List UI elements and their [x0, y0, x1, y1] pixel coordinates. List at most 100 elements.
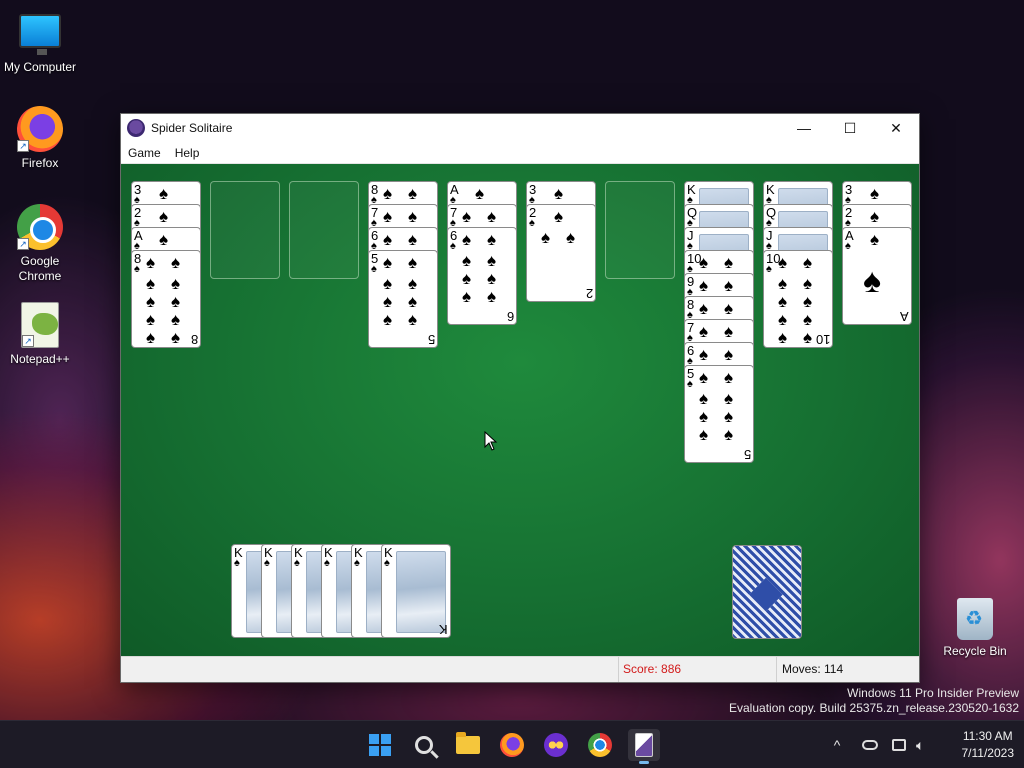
empty-column-slot[interactable] — [289, 181, 359, 279]
menu-bar: Game Help — [121, 142, 919, 164]
minimize-button[interactable]: — — [781, 114, 827, 142]
title-bar[interactable]: Spider Solitaire — ☐ ✕ — [121, 114, 919, 142]
maximize-button[interactable]: ☐ — [827, 114, 873, 142]
empty-column-slot[interactable] — [605, 181, 675, 279]
spade-icon: ♠ — [171, 328, 181, 347]
desktop-icon-recycle-bin[interactable]: Recycle Bin — [935, 598, 1015, 659]
firefox-taskbar-button[interactable] — [496, 729, 528, 761]
spade-icon: ♠ — [487, 269, 497, 288]
spade-icon: ♠ — [766, 263, 772, 275]
spade-icon: ♠ — [171, 253, 181, 272]
desktop-icon-my-computer[interactable]: My Computer — [0, 8, 80, 75]
spade-icon: ♠ — [803, 328, 813, 347]
spade-icon: ♠ — [383, 207, 393, 226]
spade-icon: ♠ — [384, 557, 390, 569]
recycle-bin-icon — [957, 598, 993, 640]
spade-icon: ♠ — [487, 207, 497, 226]
spade-icon: ♠ — [803, 253, 813, 272]
spade-icon: ♠ — [383, 184, 393, 203]
spade-icon: ♠ — [146, 292, 156, 311]
desktop-icon-label: Google Chrome — [18, 254, 62, 283]
start-button[interactable] — [364, 729, 396, 761]
spade-icon: ♠ — [408, 184, 418, 203]
playing-card[interactable]: 5 ♠ ♠ ♠ ♠ ♠ ♠ ♠ ♠ ♠ 5 — [684, 365, 754, 463]
face-card-art — [396, 551, 446, 633]
search-button[interactable] — [408, 729, 440, 761]
playing-card[interactable]: A ♠ ♠ ♠ A — [842, 227, 912, 325]
status-bar: Score: 886 Moves: 114 — [121, 656, 919, 682]
spider-solitaire-window: Spider Solitaire — ☐ ✕ Game Help 3 ♠ ♠ 2 ♠ ♠ A… — [120, 113, 920, 683]
file-explorer-button[interactable] — [452, 729, 484, 761]
menu-help[interactable]: Help — [168, 142, 207, 164]
playing-card[interactable]: 2 ♠ ♠ ♠ ♠ 2 — [526, 204, 596, 302]
spade-icon: ♠ — [383, 274, 393, 293]
spade-icon: ♠ — [803, 292, 813, 311]
spade-icon: ♠ — [724, 345, 734, 364]
spade-icon: ♠ — [462, 251, 472, 270]
onedrive-icon[interactable] — [862, 740, 878, 750]
empty-column-slot[interactable] — [210, 181, 280, 279]
card-rank-corner: 2 — [585, 286, 593, 301]
spade-icon: ♠ — [383, 310, 393, 329]
stock-pile[interactable] — [732, 545, 802, 639]
windows-watermark: Windows 11 Pro Insider Preview Evaluatio… — [729, 686, 1019, 716]
desktop-icon-chrome[interactable]: ↗ Google Chrome — [0, 204, 80, 284]
desktop-icon-label: My Computer — [3, 60, 77, 74]
playing-card[interactable]: 8 ♠ ♠ ♠ ♠ ♠ ♠ ♠ ♠ ♠ ♠ ♠ 8 — [131, 250, 201, 348]
playing-card[interactable]: 10 ♠ ♠ ♠ ♠ ♠ ♠ ♠ ♠ ♠ ♠ ♠ 10 — [763, 250, 833, 348]
card-rank-corner: 6 — [506, 309, 514, 324]
spade-icon: ♠ — [870, 230, 880, 249]
spade-icon: ♠ — [699, 345, 709, 364]
game-board[interactable]: 3 ♠ ♠ 2 ♠ ♠ A ♠ ♠ 8 ♠ ♠ ♠ ♠ ♠ ♠ ♠ ♠ ♠ ♠ ♠ 8 8 ♠ ♠ ♠ 7 ♠ ♠ ♠ 6 ♠ ♠ ♠ 5 ♠ ♠ ♠ ♠ ♠… — [121, 164, 919, 658]
tray-chevron-icon[interactable]: ^ — [828, 737, 846, 753]
moves-display: Moves: 114 — [776, 657, 843, 682]
spade-icon: ♠ — [159, 184, 169, 203]
notepadpp-icon: ↗ — [21, 302, 59, 348]
spade-icon: ♠ — [699, 389, 709, 408]
spade-icon: ♠ — [724, 389, 734, 408]
desktop-icon-notepadpp[interactable]: ↗ Notepad++ — [0, 302, 80, 367]
spade-icon: ♠ — [554, 184, 564, 203]
spade-icon: ♠ — [371, 263, 377, 275]
desktop-icon-label: Notepad++ — [10, 352, 70, 366]
spade-icon: ♠ — [870, 207, 880, 226]
spade-icon: ♠ — [462, 207, 472, 226]
spade-icon: ♠ — [778, 292, 788, 311]
spade-icon: ♠ — [408, 274, 418, 293]
watermark-line: Evaluation copy. Build 25375.zn_release.… — [729, 701, 1019, 715]
spider-solitaire-taskbar-button[interactable] — [628, 729, 660, 764]
spade-icon: ♠ — [724, 425, 734, 444]
spade-icon: ♠ — [724, 299, 734, 318]
card-rank-corner: 8 — [190, 332, 198, 347]
shortcut-arrow-icon: ↗ — [22, 335, 34, 347]
spade-icon: ♠ — [487, 251, 497, 270]
spade-icon: ♠ — [462, 269, 472, 288]
spade-icon: ♠ — [699, 276, 709, 295]
spade-icon: ♠ — [699, 299, 709, 318]
desktop-icon-firefox[interactable]: ↗ Firefox — [0, 106, 80, 171]
spade-icon: ♠ — [475, 184, 485, 203]
spade-icon: ♠ — [324, 557, 330, 569]
network-icon[interactable] — [892, 739, 906, 751]
taskbar-clock[interactable]: 11:30 AM 7/11/2023 — [962, 728, 1015, 762]
spade-icon: ♠ — [566, 228, 576, 247]
spade-icon: ♠ — [724, 276, 734, 295]
taskbar: ^ 🔈︎ 11:30 AM 7/11/2023 — [0, 720, 1024, 768]
spade-icon: ♠ — [778, 253, 788, 272]
app-mask-button[interactable] — [540, 729, 572, 761]
chrome-taskbar-button[interactable] — [584, 729, 616, 761]
playing-card[interactable]: 5 ♠ ♠ ♠ ♠ ♠ ♠ ♠ ♠ ♠ 5 — [368, 250, 438, 348]
file-explorer-icon — [456, 732, 480, 754]
spade-icon: ♠ — [159, 230, 169, 249]
spade-icon: ♠ — [724, 368, 734, 387]
spade-icon: ♠ — [778, 310, 788, 329]
window-title: Spider Solitaire — [151, 121, 233, 135]
volume-icon[interactable]: 🔈︎ — [916, 737, 924, 754]
card-rank-corner: A — [900, 309, 909, 324]
close-button[interactable]: ✕ — [873, 114, 919, 142]
spade-icon: ♠ — [146, 253, 156, 272]
mouse-cursor-icon — [484, 430, 498, 451]
menu-game[interactable]: Game — [121, 142, 168, 164]
spade-icon: ♠ — [171, 292, 181, 311]
playing-card[interactable]: 6 ♠ ♠ ♠ ♠ ♠ ♠ ♠ ♠ ♠ 6 — [447, 227, 517, 325]
